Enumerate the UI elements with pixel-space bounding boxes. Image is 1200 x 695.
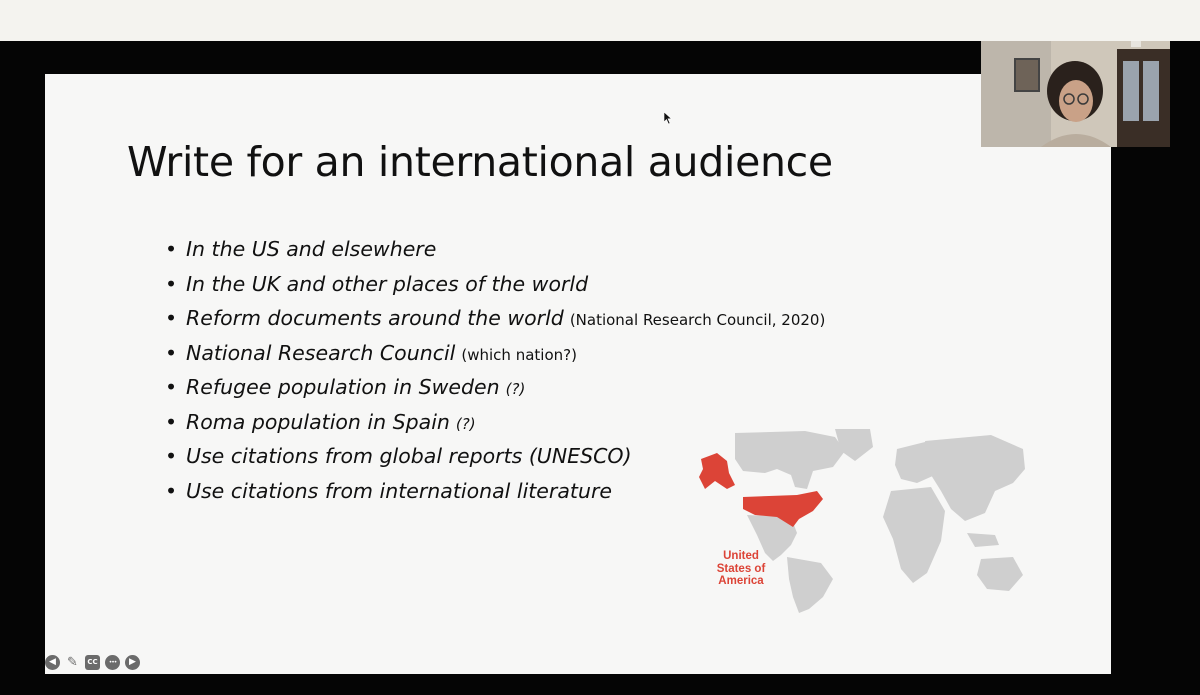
arrow-right-icon[interactable]: ▶ — [125, 655, 140, 670]
bullet-note: (which nation?) — [461, 345, 577, 364]
bullet-dot: • — [165, 306, 178, 330]
bullet-note: (?) — [505, 380, 526, 398]
bullet-text: Roma population in Spain — [186, 409, 450, 434]
bullet-dot: • — [165, 271, 178, 296]
pencil-icon[interactable]: ✎ — [65, 655, 80, 670]
bullet-text: In the US and elsewhere — [186, 237, 437, 261]
bullet-dot: • — [165, 375, 178, 399]
map-label-line: America — [718, 575, 764, 587]
more-icon[interactable]: ••• — [105, 655, 120, 670]
bullet-note: (National Research Council, 2020) — [569, 311, 826, 329]
bullet-note: (?) — [455, 414, 476, 433]
map-label-line: United — [723, 550, 759, 562]
bullet-dot: • — [165, 478, 178, 503]
webcam-video — [981, 41, 1170, 147]
webcam-thumbnail[interactable] — [981, 41, 1170, 147]
map-label-line: States of — [716, 562, 766, 575]
bullet-text: Reform documents around the world — [186, 306, 564, 330]
bullet-dot: • — [165, 237, 178, 261]
closed-captions-icon[interactable]: CC — [85, 655, 100, 670]
bullet-dot: • — [165, 340, 178, 365]
north-america-land — [735, 431, 845, 489]
bullet-dot: • — [165, 444, 178, 468]
bullet-text: Refugee population in Sweden — [186, 375, 500, 399]
map-label: United States of America — [703, 550, 779, 588]
alaska-shape — [699, 453, 735, 489]
bullet-text: Use citations from international literat… — [186, 478, 612, 503]
slide-title: Write for an international audience — [127, 138, 833, 186]
bullet-text: Use citations from global reports (UNESC… — [186, 444, 632, 468]
bullet-dot: • — [165, 409, 178, 434]
south-america-land — [787, 557, 833, 613]
islands-land — [967, 533, 999, 547]
arrow-left-icon[interactable]: ◀ — [45, 655, 60, 670]
top-bar — [0, 0, 1200, 41]
slide: Write for an international audience • In… — [45, 74, 1111, 674]
mouse-cursor-icon — [664, 112, 672, 124]
slide-controls: ◀ ✎ CC ••• ▶ — [45, 655, 140, 671]
africa-land — [883, 487, 945, 583]
bullet-text: In the UK and other places of the world — [186, 271, 589, 296]
bullet-text: National Research Council — [186, 340, 456, 365]
australia-land — [977, 557, 1023, 591]
